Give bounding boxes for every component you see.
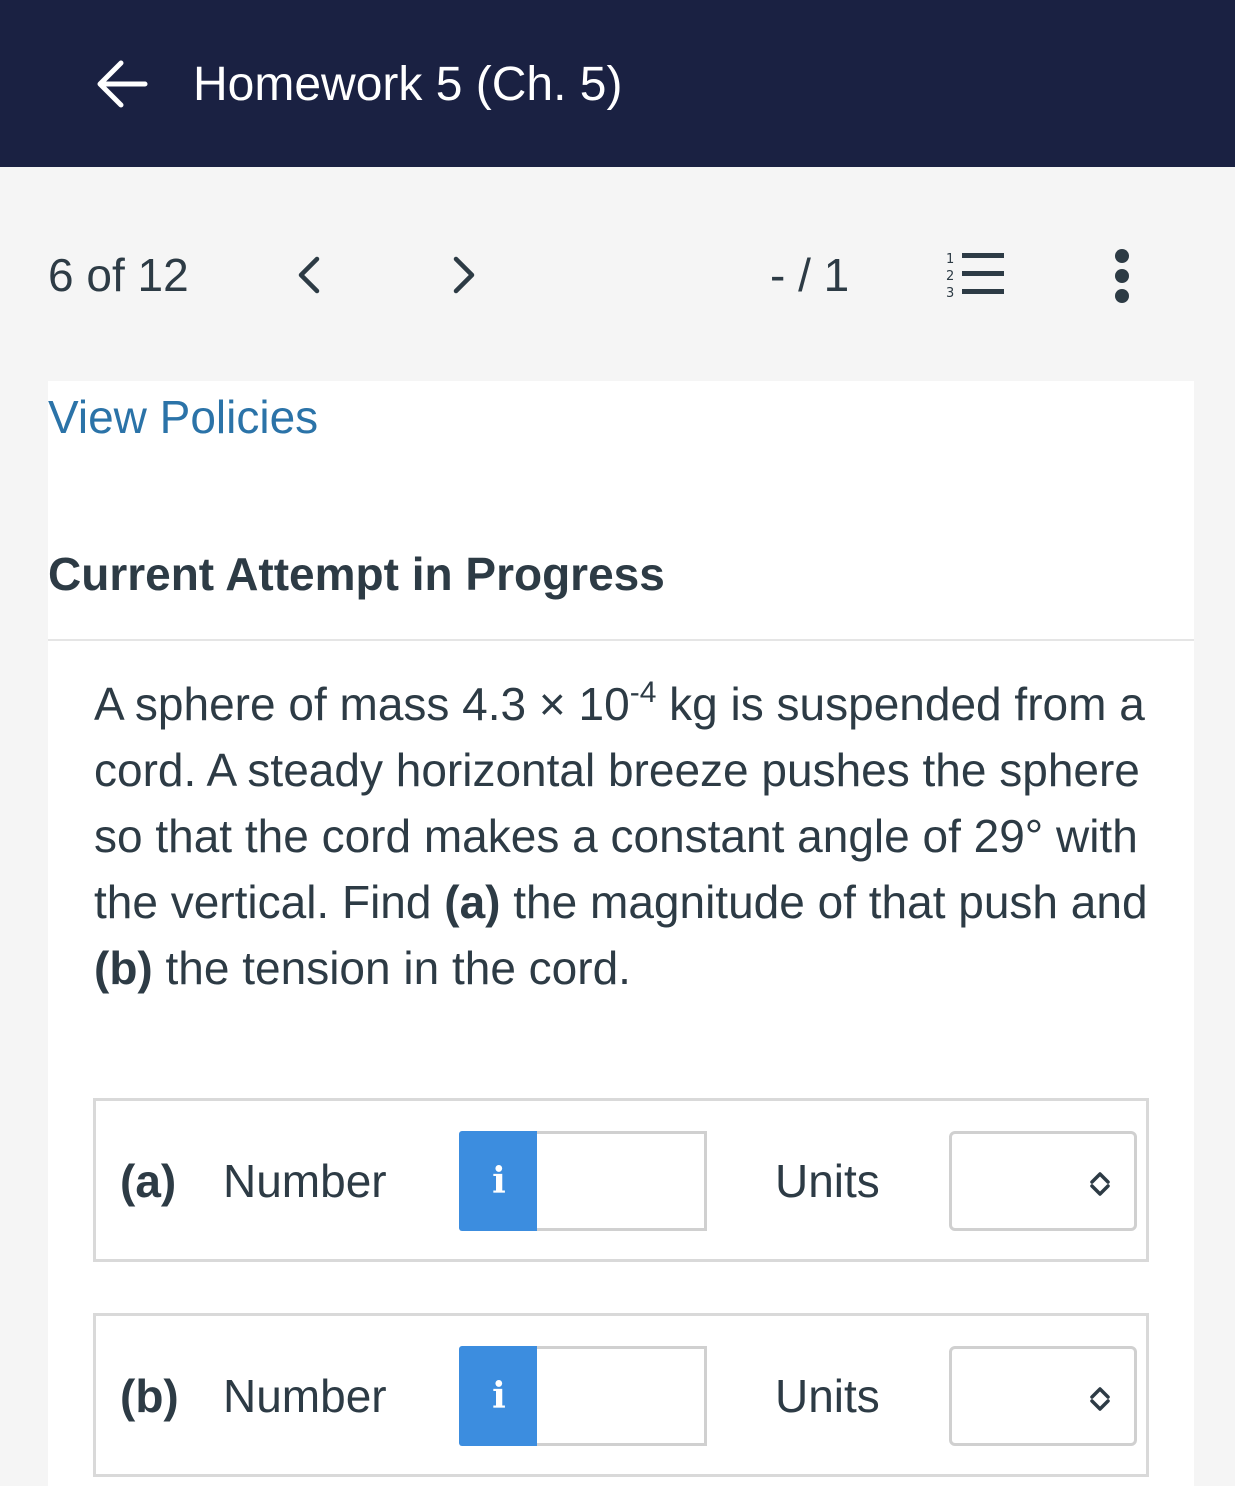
question-text-part: the tension in the cord. [152,942,631,994]
assignment-title: Homework 5 (Ch. 5) [193,58,623,111]
info-button[interactable]: i [459,1346,539,1446]
question-list-button[interactable]: 1 2 3 [942,249,1008,303]
number-label: Number [223,1155,387,1207]
number-label: Number [223,1370,387,1422]
info-icon: i [492,1160,506,1202]
question-content: View Policies Current Attempt in Progres… [48,381,1194,1486]
chevron-left-icon [298,256,320,294]
answer-row-b: (b) Number i Units [93,1313,1149,1477]
answer-row-a: (a) Number i Units [93,1098,1149,1262]
more-vertical-icon [1115,249,1129,303]
header-bar: Homework 5 (Ch. 5) [0,0,1235,167]
chevron-right-icon [453,256,475,294]
more-options-button[interactable] [1106,247,1138,305]
next-question-button[interactable] [444,253,484,297]
svg-text:1: 1 [946,252,954,267]
question-part-b-label: (b) [94,942,153,994]
arrow-left-icon [97,60,148,108]
previous-question-button[interactable] [289,253,329,297]
question-text-part: A sphere of mass 4.3 × 10 [94,678,630,730]
view-policies-link[interactable]: View Policies [48,389,318,445]
part-label: (b) [120,1370,179,1422]
question-counter: 6 of 12 [48,249,189,301]
svg-text:3: 3 [946,286,954,301]
question-part-a-label: (a) [444,876,501,928]
units-select-b[interactable] [949,1346,1137,1446]
divider [48,639,1194,641]
attempt-heading: Current Attempt in Progress [48,548,665,600]
units-select-a[interactable] [949,1131,1137,1231]
svg-text:2: 2 [946,269,954,284]
number-input-b[interactable] [537,1346,707,1446]
question-score: - / 1 [770,249,850,301]
numbered-list-icon: 1 2 3 [946,252,1004,301]
units-label: Units [775,1155,880,1207]
number-input-a[interactable] [537,1131,707,1231]
info-icon: i [492,1375,506,1417]
up-down-chevron-icon [1090,1387,1110,1411]
part-label: (a) [120,1155,177,1207]
back-button[interactable] [92,56,152,112]
question-nav: 6 of 12 - / 1 1 2 3 [0,167,1235,381]
info-button[interactable]: i [459,1131,539,1231]
units-label: Units [775,1370,880,1422]
question-text: A sphere of mass 4.3 × 10-4 kg is suspen… [94,671,1154,1001]
question-exponent: -4 [629,675,657,709]
up-down-chevron-icon [1090,1172,1110,1196]
question-text-part: the magnitude of that push and [500,876,1148,928]
